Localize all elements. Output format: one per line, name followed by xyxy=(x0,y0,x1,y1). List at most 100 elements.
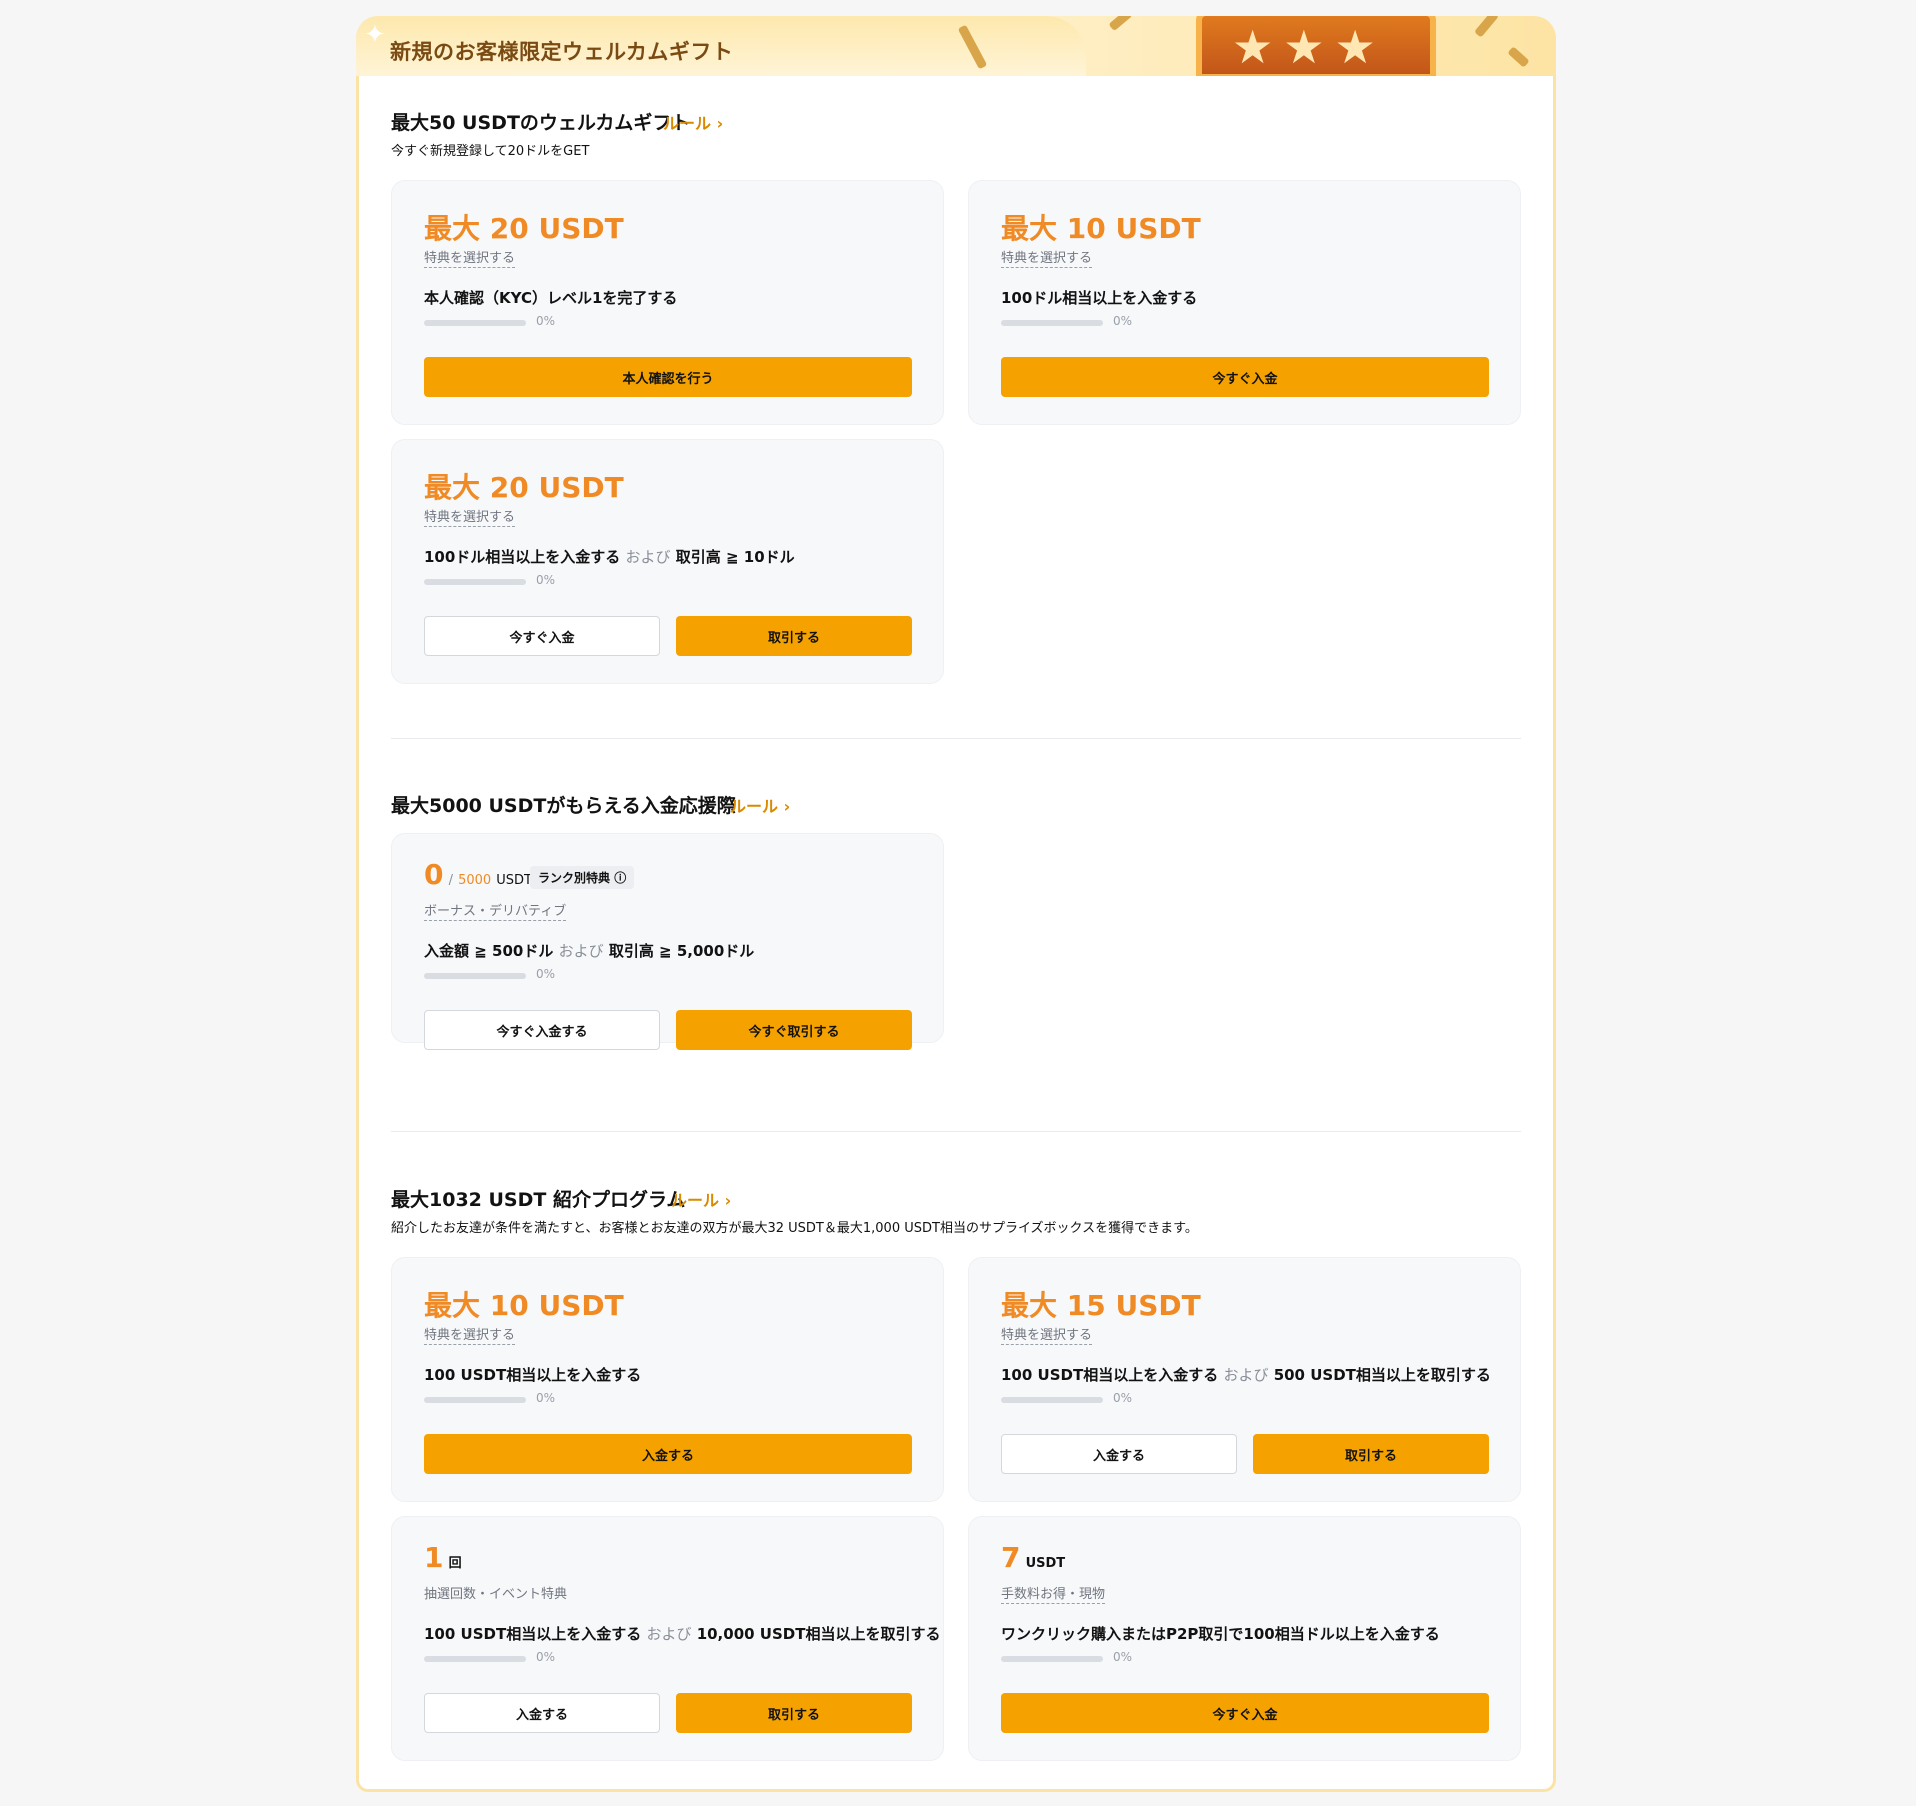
select-benefit-link[interactable]: 特典を選択する xyxy=(424,506,516,527)
task-card: 最大 10 USDT 特典を選択する 100ドル相当以上を入金する 0% 今すぐ… xyxy=(968,180,1521,425)
reward-amount: 7 USDT xyxy=(1001,1541,1065,1574)
task-conjunction: および xyxy=(625,548,671,566)
progress-bar xyxy=(1001,1656,1103,1662)
task-description: 100ドル相当以上を入金する xyxy=(1001,289,1198,307)
rules-label: ルール xyxy=(730,797,779,816)
task-part: 入金額 ≧ 500ドル xyxy=(424,942,554,960)
deposit-now-button[interactable]: 今すぐ入金する xyxy=(424,1010,660,1050)
task-description: 100 USDT相当以上を入金する および 500 USDT相当以上を取引する xyxy=(1001,1364,1491,1385)
section-description: 今すぐ新規登録して20ドルをGET xyxy=(391,144,590,159)
star-icon: ★★★ xyxy=(1232,20,1386,74)
section-title: 最大5000 USDTがもらえる入金応援際 xyxy=(391,795,736,817)
trade-now-button[interactable]: 今すぐ取引する xyxy=(676,1010,912,1050)
chevron-right-icon: › xyxy=(783,797,791,816)
task-part: 取引高 ≧ 10ドル xyxy=(675,548,795,566)
reward-unit: USDT xyxy=(1025,1556,1066,1571)
divider xyxy=(391,1131,1521,1132)
task-card: 最大 20 USDT 特典を選択する 100ドル相当以上を入金する および 取引… xyxy=(391,439,944,684)
rank-benefits-badge[interactable]: ランク別特典 ⓘ xyxy=(530,866,635,889)
reward-number: 7 xyxy=(1001,1541,1021,1574)
task-card: 最大 10 USDT 特典を選択する 100 USDT相当以上を入金する 0% … xyxy=(391,1257,944,1502)
deposit-button[interactable]: 入金する xyxy=(424,1693,660,1733)
task-description: 入金額 ≧ 500ドル および 取引高 ≧ 5,000ドル xyxy=(424,940,754,961)
rules-label: ルール xyxy=(671,1191,720,1210)
reward-amount: 最大 10 USDT xyxy=(424,1289,624,1322)
select-benefit-link[interactable]: 特典を選択する xyxy=(424,1324,516,1345)
deposit-now-button[interactable]: 今すぐ入金 xyxy=(424,616,660,656)
task-card: 最大 20 USDT 特典を選択する 本人確認（KYC）レベル1を完了する 0%… xyxy=(391,180,944,425)
progress-bar xyxy=(424,579,526,585)
task-card: 7 USDT 手数料お得・現物 ワンクリック購入またはP2P取引で100相当ドル… xyxy=(968,1516,1521,1761)
trade-button[interactable]: 取引する xyxy=(676,616,912,656)
bonus-type-tag[interactable]: ボーナス・デリバティブ xyxy=(424,900,567,921)
reward-type-tag[interactable]: 手数料お得・現物 xyxy=(1001,1583,1106,1604)
chevron-right-icon: › xyxy=(724,1191,732,1210)
progress-percent: 0% xyxy=(536,573,556,587)
task-part: 10,000 USDT相当以上を取引する xyxy=(696,1625,941,1643)
progress-bar xyxy=(424,320,526,326)
deposit-now-button[interactable]: 今すぐ入金 xyxy=(1001,1693,1489,1733)
reward-amount: 最大 20 USDT xyxy=(424,212,624,245)
section-description: 紹介したお友達が条件を満たすと、お客様とお友達の双方が最大32 USDT＆最大1… xyxy=(391,1221,1198,1236)
rules-link[interactable]: ルール › xyxy=(730,793,790,817)
reward-number: 1 xyxy=(424,1541,444,1574)
reward-unit: 回 xyxy=(448,1556,462,1571)
rank-benefits-label: ランク別特典 xyxy=(538,871,611,885)
total-amount: 5000 xyxy=(458,873,492,888)
deposit-progress-amount: 0 / 5000 USDT xyxy=(424,858,532,891)
task-conjunction: および xyxy=(1223,1366,1269,1384)
select-benefit-link[interactable]: 特典を選択する xyxy=(1001,1324,1093,1345)
section-title: 最大50 USDTのウェルカムギフト xyxy=(391,112,691,134)
confetti-icon xyxy=(1507,46,1530,68)
select-benefit-link[interactable]: 特典を選択する xyxy=(424,247,516,268)
confetti-icon xyxy=(1108,16,1133,32)
progress-bar xyxy=(1001,320,1103,326)
progress-bar xyxy=(1001,1397,1103,1403)
task-part: 100ドル相当以上を入金する xyxy=(424,548,621,566)
trade-button[interactable]: 取引する xyxy=(676,1693,912,1733)
current-amount: 0 xyxy=(424,858,444,891)
task-description: 100ドル相当以上を入金する および 取引高 ≧ 10ドル xyxy=(424,546,795,567)
progress-bar xyxy=(424,1656,526,1662)
progress-percent: 0% xyxy=(1113,314,1133,328)
divider xyxy=(391,738,1521,739)
amount-unit: USDT xyxy=(496,873,532,888)
task-description: 100 USDT相当以上を入金する および 10,000 USDT相当以上を取引… xyxy=(424,1623,940,1644)
task-part: 100 USDT相当以上を入金する xyxy=(424,1625,642,1643)
gift-box-icon: ★★★ xyxy=(1196,16,1436,80)
deposit-button[interactable]: 入金する xyxy=(424,1434,912,1474)
progress-percent: 0% xyxy=(1113,1391,1133,1405)
banner-title: 新規のお客様限定ウェルカムギフト xyxy=(390,40,734,64)
progress-percent: 0% xyxy=(536,314,556,328)
select-benefit-link[interactable]: 特典を選択する xyxy=(1001,247,1093,268)
progress-bar xyxy=(424,973,526,979)
task-part: 100 USDT相当以上を入金する xyxy=(1001,1366,1219,1384)
verify-identity-button[interactable]: 本人確認を行う xyxy=(424,357,912,397)
amount-separator: / xyxy=(448,873,453,888)
task-description: ワンクリック購入またはP2P取引で100相当ドル以上を入金する xyxy=(1001,1625,1440,1643)
task-conjunction: および xyxy=(558,942,604,960)
task-card: 1 回 抽選回数・イベント特典 100 USDT相当以上を入金する および 10… xyxy=(391,1516,944,1761)
task-description: 本人確認（KYC）レベル1を完了する xyxy=(424,289,678,307)
reward-amount: 1 回 xyxy=(424,1541,462,1574)
task-conjunction: および xyxy=(646,1625,692,1643)
reward-type-tag: 抽選回数・イベント特典 xyxy=(424,1587,568,1602)
trade-button[interactable]: 取引する xyxy=(1253,1434,1489,1474)
reward-amount: 最大 20 USDT xyxy=(424,471,624,504)
confetti-icon xyxy=(1474,16,1499,38)
main-card: 最大50 USDTのウェルカムギフト ルール › 今すぐ新規登録して20ドルをG… xyxy=(356,76,1556,1792)
progress-percent: 0% xyxy=(1113,1650,1133,1664)
reward-amount: 最大 15 USDT xyxy=(1001,1289,1201,1322)
section-title: 最大1032 USDT 紹介プログラム xyxy=(391,1189,686,1211)
rules-link[interactable]: ルール › xyxy=(663,110,723,134)
progress-bar xyxy=(424,1397,526,1403)
chevron-right-icon: › xyxy=(716,114,724,133)
rules-label: ルール xyxy=(663,114,712,133)
reward-amount: 最大 10 USDT xyxy=(1001,212,1201,245)
deposit-button[interactable]: 入金する xyxy=(1001,1434,1237,1474)
progress-percent: 0% xyxy=(536,967,556,981)
deposit-now-button[interactable]: 今すぐ入金 xyxy=(1001,357,1489,397)
rules-link[interactable]: ルール › xyxy=(671,1187,731,1211)
welcome-gift-panel: ✦ 新規のお客様限定ウェルカムギフト ★★★ 最大50 USDTのウェルカムギフ… xyxy=(356,16,1556,1792)
task-card: 0 / 5000 USDT ランク別特典 ⓘ ボーナス・デリバティブ 入金額 ≧… xyxy=(391,833,944,1050)
